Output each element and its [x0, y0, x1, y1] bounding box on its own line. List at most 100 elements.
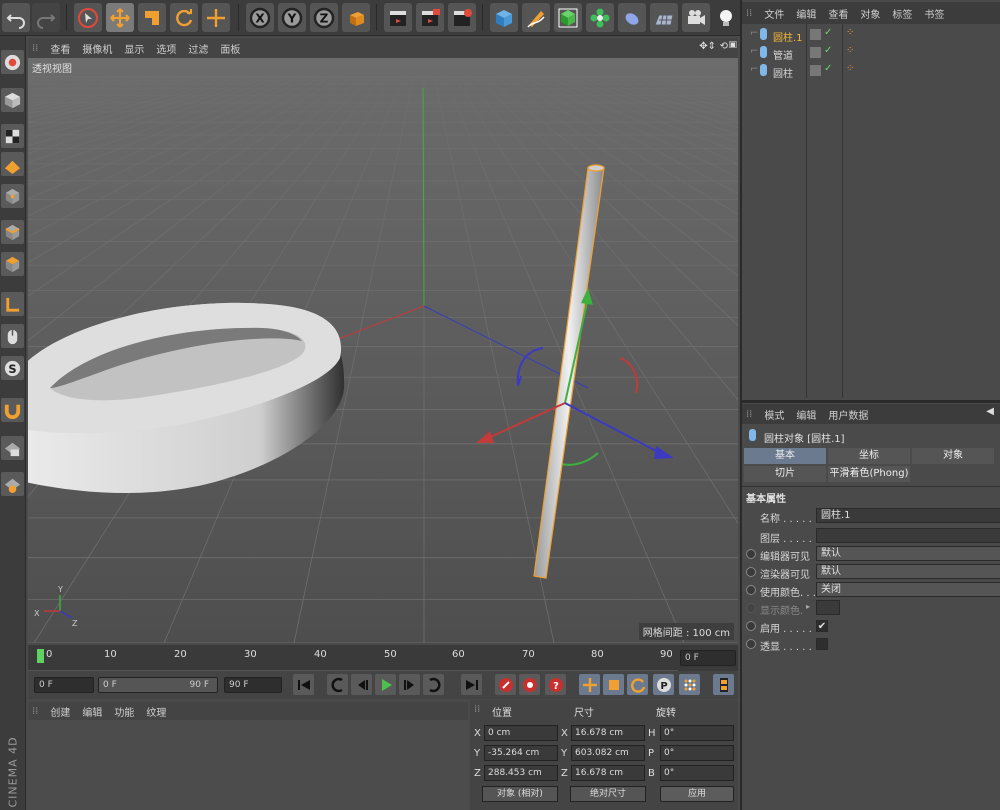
start-frame-field[interactable]: 0 F: [34, 677, 94, 693]
render-view-button[interactable]: [384, 3, 412, 32]
render-picture-viewer-button[interactable]: [416, 3, 444, 32]
phong-tag-icon[interactable]: ⁘: [846, 27, 854, 38]
viewport-maximize-icon[interactable]: ▣: [728, 40, 737, 50]
record-scale-button[interactable]: [603, 674, 624, 695]
redo-button[interactable]: [32, 3, 60, 32]
z-axis-button[interactable]: Z: [310, 3, 338, 32]
menu-options[interactable]: 选项: [156, 41, 176, 56]
goto-end-button[interactable]: [461, 674, 482, 695]
size-y-field[interactable]: 603.082 cm: [571, 745, 645, 761]
name-field[interactable]: 圆柱.1: [816, 508, 1000, 523]
tab-phong[interactable]: 平滑着色(Phong): [828, 466, 910, 482]
menu-filter[interactable]: 过滤: [188, 41, 208, 56]
model-mode-button[interactable]: [1, 88, 24, 112]
end-frame-field[interactable]: 90 F: [224, 677, 282, 693]
record-parameter-button[interactable]: P: [653, 674, 674, 695]
enabled-check-icon[interactable]: ✓: [824, 27, 832, 38]
make-editable-button[interactable]: [1, 50, 24, 74]
floor-button[interactable]: [650, 3, 678, 32]
animate-radio[interactable]: [746, 639, 756, 649]
keyframe-selection-button[interactable]: ?: [545, 674, 566, 695]
menu-tags[interactable]: 标签: [892, 6, 912, 21]
light-button[interactable]: [714, 3, 738, 32]
timeline-scheme-button[interactable]: [713, 674, 734, 695]
menu-view[interactable]: 查看: [828, 6, 848, 21]
tab-coordinates[interactable]: 坐标: [828, 448, 910, 464]
record-position-button[interactable]: [579, 674, 600, 695]
menu-cameras[interactable]: 摄像机: [82, 41, 112, 56]
menu-mode[interactable]: 模式: [764, 407, 784, 422]
record-point-level-button[interactable]: [679, 674, 700, 695]
use-color-dropdown[interactable]: 关闭: [816, 582, 1000, 597]
preview-range-slider[interactable]: 0 F 90 F: [98, 677, 218, 693]
prev-key-button[interactable]: [327, 674, 348, 695]
object-row[interactable]: ⌐ 圆柱.1 ✓ ⁘: [742, 26, 1000, 44]
layer-icon[interactable]: [810, 65, 821, 76]
magnet-button[interactable]: [1, 398, 24, 422]
axis-mode-button[interactable]: [1, 292, 24, 316]
menu-display[interactable]: 显示: [124, 41, 144, 56]
edges-mode-button[interactable]: [1, 220, 24, 244]
tab-slice[interactable]: 切片: [744, 466, 826, 482]
timeline-ruler[interactable]: 0 10 20 30 40 50 60 70 80 90 0 F: [28, 645, 738, 671]
size-x-field[interactable]: 16.678 cm: [571, 725, 645, 741]
spline-pen-button[interactable]: [522, 3, 550, 32]
menu-objects[interactable]: 对象: [860, 6, 880, 21]
undo-button[interactable]: [2, 3, 30, 32]
prev-frame-button[interactable]: [351, 674, 372, 695]
back-arrow-icon[interactable]: ◀: [986, 406, 994, 417]
viewport-navigate-icon[interactable]: ✥⇕: [699, 41, 716, 52]
animate-radio[interactable]: [746, 621, 756, 631]
deformer-button[interactable]: [618, 3, 646, 32]
tab-basic[interactable]: 基本: [744, 448, 826, 464]
menu-edit[interactable]: 编辑: [796, 6, 816, 21]
pos-y-field[interactable]: -35.264 cm: [484, 745, 558, 761]
tab-object[interactable]: 对象: [912, 448, 994, 464]
next-key-button[interactable]: [423, 674, 444, 695]
menu-user-data[interactable]: 用户数据: [828, 407, 868, 422]
layer-icon[interactable]: [810, 47, 821, 58]
enabled-check-icon[interactable]: ✓: [824, 45, 832, 56]
menu-bookmarks[interactable]: 书签: [924, 6, 944, 21]
phong-tag-icon[interactable]: ⁘: [846, 45, 854, 56]
menu-create[interactable]: 创建: [50, 704, 70, 719]
record-button[interactable]: [495, 674, 516, 695]
record-rotation-button[interactable]: [627, 674, 648, 695]
menu-texture[interactable]: 纹理: [146, 704, 166, 719]
next-frame-button[interactable]: [399, 674, 420, 695]
coordinate-system-button[interactable]: [342, 3, 370, 32]
y-axis-button[interactable]: Y: [278, 3, 306, 32]
menu-edit[interactable]: 编辑: [82, 704, 102, 719]
menu-file[interactable]: 文件: [764, 6, 784, 21]
scale-tool-button[interactable]: [138, 3, 166, 32]
menu-function[interactable]: 功能: [114, 704, 134, 719]
autokey-button[interactable]: [519, 674, 540, 695]
tweak-mode-button[interactable]: [1, 324, 24, 348]
object-row[interactable]: ⌐ 管道 ✓ ⁘: [742, 44, 1000, 62]
enabled-check-icon[interactable]: ✓: [824, 63, 832, 74]
viewport-rotate-icon[interactable]: ⟲: [720, 41, 728, 52]
menu-panel[interactable]: 面板: [220, 41, 240, 56]
transform-tool-button[interactable]: [202, 3, 230, 32]
add-cube-button[interactable]: [490, 3, 518, 32]
x-axis-button[interactable]: X: [246, 3, 274, 32]
editor-visible-dropdown[interactable]: 默认: [816, 546, 1000, 561]
camera-button[interactable]: [682, 3, 710, 32]
coordinate-mode-dropdown[interactable]: 对象 (相对): [482, 786, 558, 802]
menu-view[interactable]: 查看: [50, 41, 70, 56]
phong-tag-icon[interactable]: ⁘: [846, 63, 854, 74]
pos-x-field[interactable]: 0 cm: [484, 725, 558, 741]
cloner-button[interactable]: [586, 3, 614, 32]
animate-radio[interactable]: [746, 549, 756, 559]
texture-mode-button[interactable]: [1, 124, 24, 148]
enabled-checkbox[interactable]: ✔: [816, 620, 828, 632]
snap-button[interactable]: S: [1, 356, 24, 380]
rot-b-field[interactable]: 0°: [660, 765, 734, 781]
current-frame-field[interactable]: 0 F: [680, 650, 736, 666]
workplane-button[interactable]: [1, 152, 24, 176]
menu-edit[interactable]: 编辑: [796, 407, 816, 422]
play-button[interactable]: [375, 674, 396, 695]
move-tool-button[interactable]: [106, 3, 134, 32]
size-mode-dropdown[interactable]: 绝对尺寸: [570, 786, 646, 802]
select-tool-button[interactable]: [74, 3, 102, 32]
